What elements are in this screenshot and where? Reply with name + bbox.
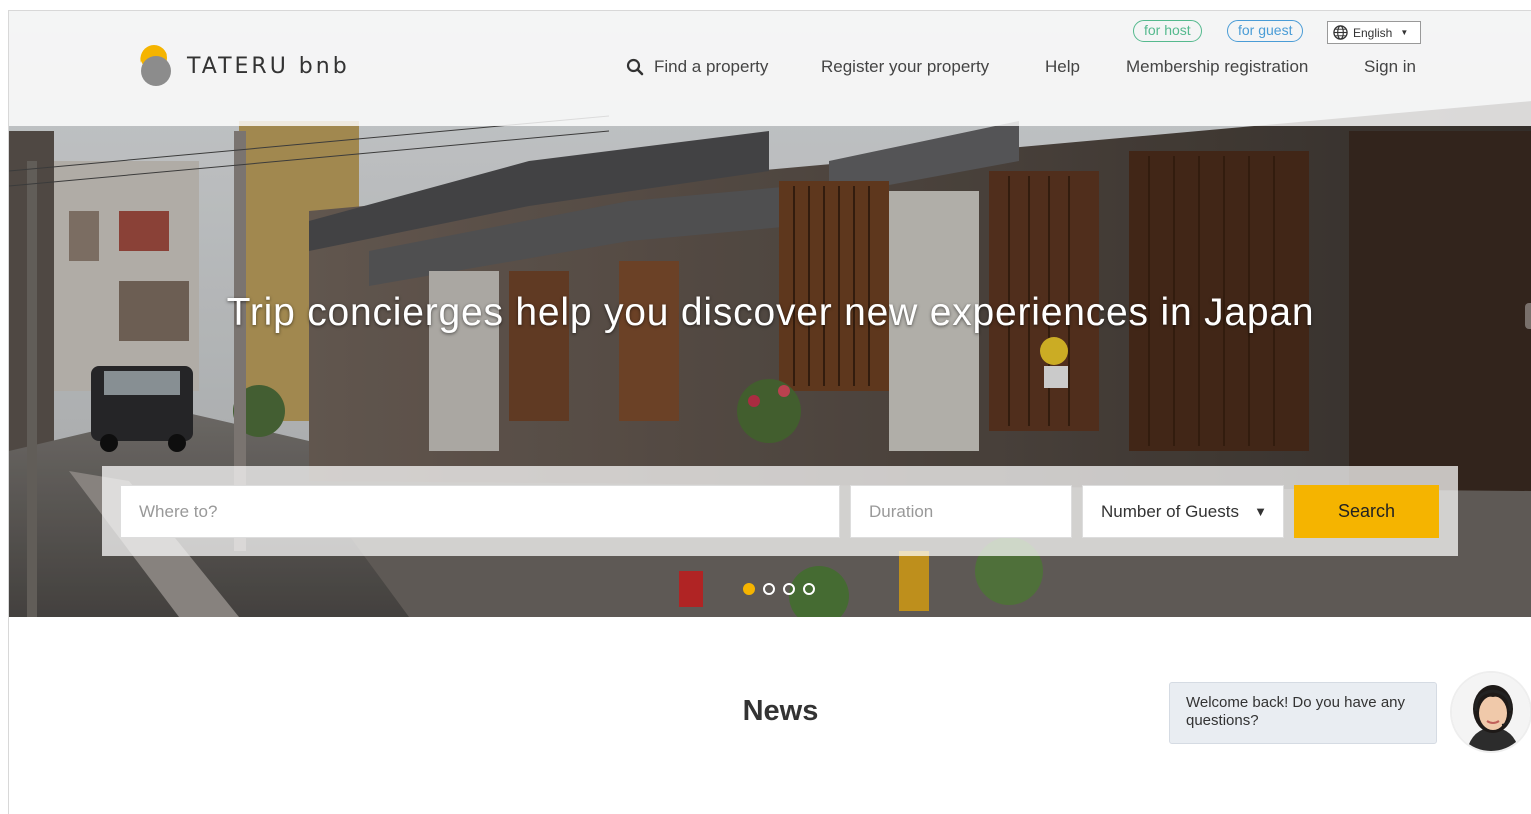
guests-select[interactable]: Number of Guests ▼ <box>1082 485 1284 538</box>
site-header: TATERU bnb for host for guest English ▼ <box>9 11 1531 126</box>
search-button[interactable]: Search <box>1294 485 1439 538</box>
search-bar: Where to? Duration Number of Guests ▼ Se… <box>102 466 1458 556</box>
logo-text: TATERU bnb <box>187 53 350 79</box>
carousel-dot[interactable] <box>743 583 755 595</box>
hero-headline: Trip concierges help you discover new ex… <box>226 291 1315 334</box>
logo-icon <box>137 43 175 89</box>
hero-banner: Trip concierges help you discover new ex… <box>9 11 1531 617</box>
concierge-portrait-icon <box>1452 673 1530 751</box>
for-guest-link[interactable]: for guest <box>1227 20 1304 42</box>
nav-find-property-label: Find a property <box>654 57 769 76</box>
nav-register-property[interactable]: Register your property <box>821 57 989 77</box>
duration-input[interactable]: Duration <box>850 485 1072 538</box>
dropdown-triangle-icon: ▼ <box>1254 504 1267 519</box>
language-label: English <box>1353 25 1393 40</box>
concierge-avatar[interactable] <box>1450 671 1531 753</box>
language-select[interactable]: English ▼ <box>1327 21 1421 44</box>
carousel-dot[interactable] <box>783 583 795 595</box>
guests-select-label: Number of Guests <box>1101 502 1239 521</box>
nav-membership-registration[interactable]: Membership registration <box>1126 57 1308 77</box>
caret-down-icon: ▼ <box>1400 28 1409 37</box>
carousel-dot[interactable] <box>763 583 775 595</box>
browser-viewport: Trip concierges help you discover new ex… <box>8 10 1531 814</box>
nav-sign-in[interactable]: Sign in <box>1364 57 1416 77</box>
nav-help[interactable]: Help <box>1045 57 1080 77</box>
for-host-link[interactable]: for host <box>1133 20 1202 42</box>
site-logo[interactable]: TATERU bnb <box>137 43 350 89</box>
carousel-dots <box>743 583 823 595</box>
search-icon <box>626 58 644 76</box>
globe-icon <box>1333 25 1348 40</box>
carousel-dot[interactable] <box>803 583 815 595</box>
destination-input[interactable]: Where to? <box>120 485 840 538</box>
chat-bubble[interactable]: Welcome back! Do you have any questions? <box>1169 682 1437 744</box>
nav-find-property[interactable]: Find a property <box>626 57 768 77</box>
